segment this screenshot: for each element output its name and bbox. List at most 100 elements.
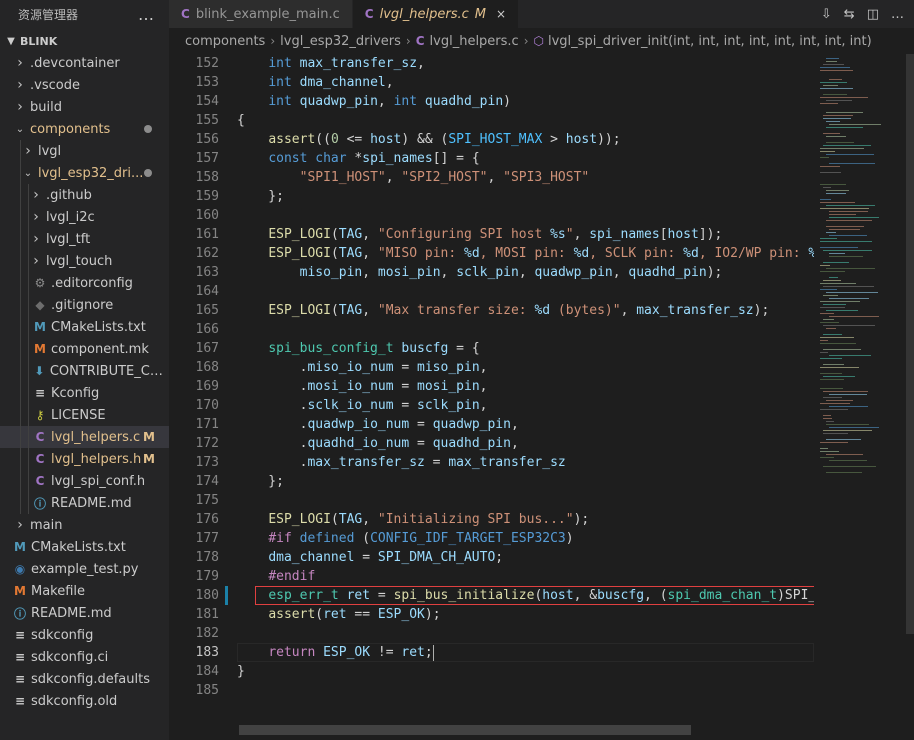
code-token: , (417, 56, 425, 71)
tree-item-lvgl-i2c[interactable]: › lvgl_i2c (0, 206, 169, 228)
code-line: .quadhd_io_num = quadhd_pin, (237, 434, 814, 453)
minimap-line (820, 388, 843, 389)
tree-item-contribute[interactable]: ⬇ CONTRIBUTE_CON... (0, 360, 169, 382)
tree-item-devcontainer[interactable]: › .devcontainer (0, 52, 169, 74)
horizontal-scrollbar[interactable] (239, 725, 691, 735)
more-actions-icon[interactable]: … (891, 7, 904, 22)
code-token: ret (323, 607, 347, 622)
indent-guide (20, 206, 21, 228)
code-token: "SPI1_HOST" (299, 170, 386, 185)
split-editor-icon[interactable]: ◫ (867, 7, 879, 22)
indent-guide (28, 294, 29, 316)
tree-item-label: sdkconfig (31, 627, 94, 643)
tree-item-gitignore[interactable]: ◆ .gitignore (0, 294, 169, 316)
indent-guide (20, 448, 21, 470)
indent-guide (28, 426, 29, 448)
indent-guide (20, 272, 21, 294)
tree-item-sdkconfig-defaults[interactable]: ≡ sdkconfig.defaults (0, 668, 169, 690)
breadcrumb-item[interactable]: components (185, 34, 265, 49)
code-token: "SPI3_HOST" (503, 170, 590, 185)
tree-item-readme-root[interactable]: ⓘ README.md (0, 602, 169, 624)
code-line: const char *spi_names[] = { (237, 149, 814, 168)
explorer-title: 资源管理器 (18, 7, 79, 22)
tab-label: lvgl_helpers.c (379, 6, 469, 22)
tree-item-sdkconfig-old[interactable]: ≡ sdkconfig.old (0, 690, 169, 712)
code-token: > (542, 132, 566, 147)
code-token: (bytes)" (550, 303, 621, 318)
minimap-line (829, 229, 860, 230)
tree-item-component-mk[interactable]: Mcomponent.mk (0, 338, 169, 360)
tree-item-label: Kconfig (51, 385, 100, 401)
breadcrumb-item[interactable]: lvgl_helpers.c (430, 34, 519, 49)
line-number: 185 (195, 683, 219, 698)
indent-guide (20, 338, 21, 360)
code-token: miso_pin (299, 265, 363, 280)
tree-item-label: example_test.py (31, 561, 139, 577)
line-number: 163 (195, 265, 219, 280)
editor-actions: ⇩ ⇆ ◫ … (821, 0, 904, 28)
tree-item-lvgl[interactable]: › lvgl (0, 140, 169, 162)
line-number: 181 (195, 607, 219, 622)
minimap-line (823, 391, 868, 392)
tree-item-kconfig[interactable]: ≡ Kconfig (0, 382, 169, 404)
tree-item-label: sdkconfig.old (31, 693, 118, 709)
workspace-name: BLINK (20, 34, 58, 48)
code-token: sclk_pin (417, 398, 480, 413)
tree-item-license[interactable]: ⚷ LICENSE (0, 404, 169, 426)
tree-item-lvgl-esp32-drivers[interactable]: ⌄ lvgl_esp32_dri... (0, 162, 169, 184)
code-token: . (237, 379, 308, 394)
tree-item-lvgl-touch[interactable]: › lvgl_touch (0, 250, 169, 272)
minimap[interactable] (814, 54, 906, 740)
minimap-line (826, 226, 864, 227)
tree-item-cmakelists[interactable]: M CMakeLists.txt (0, 316, 169, 338)
code-line: assert((0 <= host) && (SPI_HOST_MAX > ho… (237, 130, 814, 149)
tab-blink-example-main[interactable]: C blink_example_main.c (169, 0, 353, 28)
more-actions-icon[interactable]: … (138, 5, 155, 24)
code-token: assert (268, 607, 316, 622)
minimap-line (820, 148, 864, 149)
tree-item-lvgl-helpers-c[interactable]: Clvgl_helpers.c M (0, 426, 169, 448)
code-token: %d (573, 246, 590, 261)
tree-item-readme-driver[interactable]: ⓘ README.md (0, 492, 169, 514)
tree-item-main[interactable]: › main (0, 514, 169, 536)
code-token: [ (659, 227, 668, 242)
vertical-scrollbar[interactable] (906, 54, 914, 740)
tree-item-lvgl-spi-conf-h[interactable]: Clvgl_spi_conf.h (0, 470, 169, 492)
tree-item-github[interactable]: › .github (0, 184, 169, 206)
close-tab-icon[interactable]: × (496, 7, 506, 21)
minimap-line (826, 220, 872, 221)
vertical-scrollbar-thumb[interactable] (906, 54, 914, 634)
tree-item-build[interactable]: › build (0, 96, 169, 118)
breadcrumb-item[interactable]: lvgl_spi_driver_init(int, int, int, int,… (548, 34, 872, 49)
tree-item-lvgl-tft[interactable]: › lvgl_tft (0, 228, 169, 250)
code-token: quadwp_pin (534, 265, 613, 280)
tree-item-editorconfig[interactable]: ⚙ .editorconfig (0, 272, 169, 294)
tree-item-lvgl-helpers-h[interactable]: Clvgl_helpers.h M (0, 448, 169, 470)
line-number: 158 (195, 170, 219, 185)
tab-lvgl-helpers[interactable]: C lvgl_helpers.c M × (352, 0, 520, 28)
tree-item-vscode[interactable]: › .vscode (0, 74, 169, 96)
tree-item-sdkconfig[interactable]: ≡ sdkconfig (0, 624, 169, 646)
code-line: "SPI1_HOST", "SPI2_HOST", "SPI3_HOST" (237, 168, 814, 187)
minimap-line (820, 337, 854, 338)
code-editor[interactable]: 152 153 154 155 156 157 158 159 160 161 162 163 164 1… (169, 54, 814, 740)
tree-item-sdkconfig-ci[interactable]: ≡ sdkconfig.ci (0, 646, 169, 668)
minimap-line (820, 367, 859, 368)
download-icon[interactable]: ⇩ (821, 7, 832, 22)
tree-item-label: .devcontainer (30, 55, 120, 71)
settings-file-icon: ≡ (34, 386, 46, 400)
line-number: 166 (195, 322, 219, 337)
line-number: 164 (195, 284, 219, 299)
tree-item-example-test[interactable]: ◉ example_test.py (0, 558, 169, 580)
compare-changes-icon[interactable]: ⇆ (844, 7, 855, 22)
workspace-section-blink[interactable]: ▼ BLINK (0, 30, 169, 52)
minimap-line (820, 238, 837, 239)
editor-group: C blink_example_main.c C lvgl_helpers.c … (169, 0, 914, 740)
tree-item-makefile[interactable]: M Makefile (0, 580, 169, 602)
breadcrumb-item[interactable]: lvgl_esp32_drivers (280, 34, 401, 49)
tree-item-label: Makefile (31, 583, 86, 599)
tree-item-cmakelists-root[interactable]: M CMakeLists.txt (0, 536, 169, 558)
minimap-line (823, 115, 853, 116)
tree-item-components[interactable]: ⌄ components (0, 118, 169, 140)
